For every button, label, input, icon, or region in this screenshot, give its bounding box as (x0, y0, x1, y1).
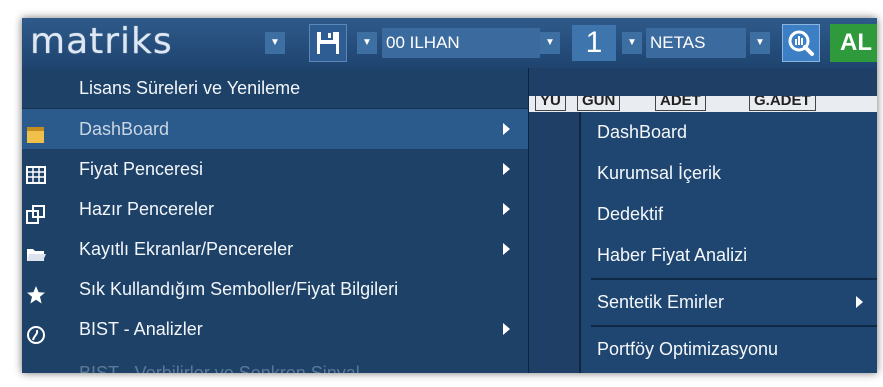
analysis-icon (26, 319, 46, 344)
submenu-arrow-icon (503, 323, 510, 335)
menu-item-favorites[interactable]: Sık Kullandığım Semboller/Fiyat Bilgiler… (22, 269, 528, 309)
menu-item-saved-screens[interactable]: Kayıtlı Ekranlar/Pencereler (22, 229, 528, 269)
submenu-item-label: Haber Fiyat Analizi (597, 245, 748, 265)
grid-table-icon (26, 159, 46, 184)
account-dropdown-arrow[interactable]: ▼ (540, 32, 560, 54)
column-header[interactable]: YU (535, 96, 566, 111)
submenu-item-corporate-content[interactable]: Kurumsal İçerik (581, 153, 877, 193)
submenu-item-portfolio-optimization[interactable]: Portföy Optimizasyonu (581, 329, 877, 369)
menu-item-label: DashBoard (79, 119, 170, 139)
main-toolbar: matriks ▼ ▼ 00 ILHAN ▼ 1 ▼ NETAS ▼ AL (22, 18, 877, 68)
submenu-item-label: DashBoard (597, 122, 688, 142)
save-button[interactable] (309, 24, 347, 62)
submenu-arrow-icon (503, 123, 510, 135)
submenu-item-label: Portföy Optimizasyonu (597, 339, 779, 359)
menu-item-license[interactable]: Lisans Süreleri ve Yenileme (22, 68, 528, 108)
menu-item-bist-analysis[interactable]: BIST - Analizler (22, 309, 528, 349)
account-select[interactable]: 00 ILHAN (382, 28, 540, 58)
submenu-item-label: Dedektif (597, 204, 664, 224)
menu-item-partial[interactable]: BIST - Verbilirler ve Senkron Sinyal (79, 363, 360, 373)
column-header[interactable]: ADET (655, 96, 706, 111)
menu-item-label: Hazır Pencereler (79, 199, 215, 219)
matriks-logo[interactable]: matriks (30, 24, 173, 60)
submenu-item-synthetic-orders[interactable]: Sentetik Emirler (581, 282, 877, 322)
magnifier-icon (788, 30, 814, 56)
menu-item-label: Lisans Süreleri ve Yenileme (79, 78, 301, 98)
menu-item-price-window[interactable]: Fiyat Penceresi (22, 149, 528, 189)
column-header-strip: YU GUN ADET G.ADET (527, 96, 877, 112)
menu-item-label: Kayıtlı Ekranlar/Pencereler (79, 239, 294, 259)
submenu-divider (591, 278, 877, 280)
menu-item-label: Sık Kullandığım Semboller/Fiyat Bilgiler… (79, 279, 399, 299)
logo-dropdown-arrow[interactable]: ▼ (265, 32, 285, 54)
dashboard-submenu: DashBoard Kurumsal İçerik Dedektif Haber… (579, 112, 877, 373)
submenu-item-label: Kurumsal İçerik (597, 163, 722, 183)
window-number[interactable]: 1 (572, 25, 616, 61)
submenu-item-label: Sentetik Emirler (597, 292, 725, 312)
star-icon (26, 279, 46, 304)
menu-item-label: Fiyat Penceresi (79, 159, 204, 179)
submenu-item-dashboard[interactable]: DashBoard (581, 112, 877, 152)
save-dropdown-arrow[interactable]: ▼ (357, 32, 377, 54)
symbol-dropdown-arrow[interactable]: ▼ (750, 32, 770, 54)
symbol-select[interactable]: NETAS (646, 28, 746, 58)
window-number-dropdown-arrow[interactable]: ▼ (622, 32, 642, 54)
folder-icon (26, 239, 46, 261)
app-window: matriks ▼ ▼ 00 ILHAN ▼ 1 ▼ NETAS ▼ AL YU… (22, 18, 877, 373)
submenu-arrow-icon (503, 163, 510, 175)
windows-icon (26, 199, 46, 224)
submenu-divider (591, 325, 877, 327)
column-header[interactable]: GUN (577, 96, 621, 111)
buy-button[interactable]: AL (830, 24, 877, 62)
submenu-arrow-icon (503, 243, 510, 255)
column-header[interactable]: G.ADET (749, 96, 816, 111)
floppy-disk-icon (317, 32, 339, 54)
submenu-arrow-icon (503, 203, 510, 215)
submenu-item-detective[interactable]: Dedektif (581, 194, 877, 234)
menu-item-label: BIST - Analizler (79, 319, 203, 339)
symbol-search-button[interactable] (782, 24, 820, 62)
submenu-arrow-icon (856, 296, 863, 308)
menu-item-dashboard[interactable]: DashBoard (22, 109, 528, 149)
main-dropdown-menu: Lisans Süreleri ve Yenileme DashBoard Fi… (22, 68, 529, 373)
submenu-item-news-price-analysis[interactable]: Haber Fiyat Analizi (581, 235, 877, 275)
dashboard-icon (26, 119, 46, 143)
menu-item-ready-windows[interactable]: Hazır Pencereler (22, 189, 528, 229)
